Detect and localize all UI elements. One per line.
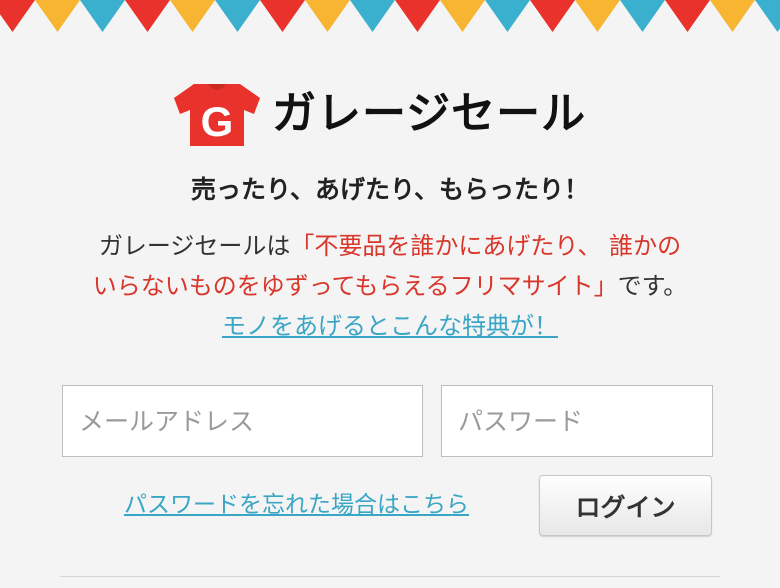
pennant-flag <box>170 0 215 32</box>
pennant-flag <box>575 0 620 32</box>
tagline: 売ったり、あげたり、もらったり！ <box>190 175 589 204</box>
site-logo[interactable]: G ガレージセール <box>170 80 640 146</box>
logo-wordmark: ガレージセール <box>272 88 587 139</box>
divider <box>60 576 720 577</box>
pennant-flag <box>395 0 440 32</box>
description-line-2: いらないものをゆずってもらえるフリマサイト」です。 <box>0 266 780 306</box>
pennant-flag <box>215 0 260 32</box>
pennant-flag <box>665 0 710 32</box>
pennant-flag <box>125 0 170 32</box>
description-line-1: ガレージセールは「不要品を誰かにあげたり、 誰かの <box>0 226 780 266</box>
pennant-flag <box>80 0 125 32</box>
pennant-flag <box>260 0 305 32</box>
pennant-banner <box>0 0 780 32</box>
logo-letter: G <box>200 98 234 145</box>
pennant-flag <box>620 0 665 32</box>
pennant-flag <box>350 0 395 32</box>
pennant-flag <box>440 0 485 32</box>
description-prefix: ガレージセールは <box>98 232 291 260</box>
forgot-password-link[interactable]: パスワードを忘れた場合はこちら <box>124 485 469 519</box>
description-quote-2: いらないものをゆずってもらえるフリマサイト」 <box>92 272 618 300</box>
pennant-flag <box>35 0 80 32</box>
pennant-flag <box>485 0 530 32</box>
password-input[interactable] <box>441 385 713 457</box>
pennant-flag <box>530 0 575 32</box>
pennant-flag <box>710 0 755 32</box>
pennant-group <box>0 0 780 32</box>
description-suffix: です。 <box>617 272 688 300</box>
login-button[interactable]: ログイン <box>539 475 712 536</box>
email-input[interactable] <box>62 385 423 457</box>
pennant-flag <box>305 0 350 32</box>
pennant-flag <box>755 0 780 32</box>
description-quote-1: 「不要品を誰かにあげたり、 誰かの <box>290 232 682 260</box>
site-description: ガレージセールは「不要品を誰かにあげたり、 誰かの いらないものをゆずってもらえ… <box>0 226 780 346</box>
pennant-flag <box>0 0 35 32</box>
feature-link[interactable]: モノをあげるとこんな特典が！ <box>222 312 558 340</box>
description-line-3: モノをあげるとこんな特典が！ <box>0 306 780 346</box>
